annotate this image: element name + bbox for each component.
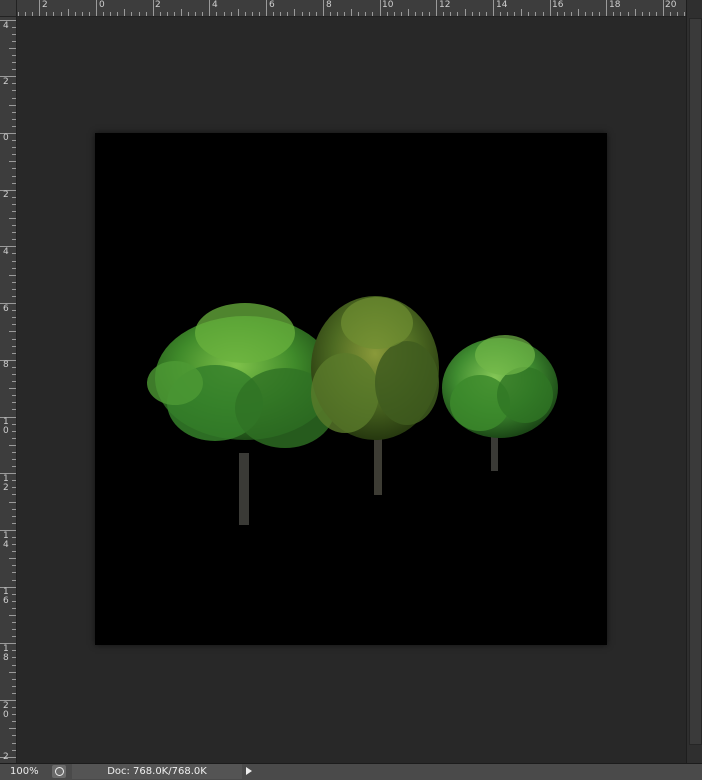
ruler-label: 2 bbox=[42, 0, 48, 10]
document-info[interactable]: Doc: 768.0K/768.0K bbox=[72, 764, 242, 779]
ruler-label: 4 bbox=[3, 247, 9, 257]
document-canvas[interactable] bbox=[95, 133, 607, 645]
ruler-label: 8 bbox=[326, 0, 332, 10]
ruler-label: 6 bbox=[3, 304, 9, 314]
ruler-label: 10 bbox=[382, 0, 394, 10]
ruler-label: 2 bbox=[3, 77, 9, 87]
ruler-label: 6 bbox=[269, 0, 275, 10]
ruler-label: 2 bbox=[155, 0, 161, 10]
ruler-label: 18 bbox=[609, 0, 621, 10]
ruler-label: 16 bbox=[3, 587, 9, 606]
ruler-label: 4 bbox=[3, 21, 9, 31]
ruler-label: 12 bbox=[439, 0, 451, 10]
vertical-ruler[interactable]: 4 2 0 2 4 6 8 10 12 14 16 18 20 2 bbox=[0, 16, 17, 763]
info-circle-icon[interactable] bbox=[52, 765, 66, 778]
ruler-label: 12 bbox=[3, 474, 9, 493]
play-arrow-icon[interactable] bbox=[242, 764, 256, 779]
tree-image bbox=[147, 296, 558, 525]
ruler-label: 14 bbox=[3, 531, 9, 550]
vertical-scrollbar[interactable] bbox=[686, 0, 702, 763]
ruler-label: 2 bbox=[3, 190, 9, 200]
ruler-label: 10 bbox=[3, 417, 9, 436]
ruler-label: 0 bbox=[99, 0, 105, 10]
horizontal-ruler[interactable]: 2 0 2 4 6 8 10 12 14 16 18 20 bbox=[0, 0, 686, 17]
ruler-label: 20 bbox=[665, 0, 677, 10]
status-bar: 100% Doc: 768.0K/768.0K bbox=[0, 763, 702, 780]
ruler-label: 16 bbox=[552, 0, 564, 10]
middle-tree bbox=[311, 296, 439, 495]
ruler-origin-corner[interactable] bbox=[0, 0, 17, 17]
ruler-label: 20 bbox=[3, 701, 9, 720]
ruler-label: 2 bbox=[3, 752, 9, 762]
ruler-label: 14 bbox=[496, 0, 508, 10]
left-tree bbox=[147, 303, 335, 525]
ruler-label: 0 bbox=[3, 133, 9, 143]
right-tree bbox=[442, 335, 558, 471]
ruler-label: 8 bbox=[3, 360, 9, 370]
ruler-label: 4 bbox=[212, 0, 218, 10]
vertical-scrollbar-thumb[interactable] bbox=[689, 18, 702, 745]
zoom-level-field[interactable]: 100% bbox=[2, 764, 54, 779]
ruler-label: 18 bbox=[3, 644, 9, 663]
